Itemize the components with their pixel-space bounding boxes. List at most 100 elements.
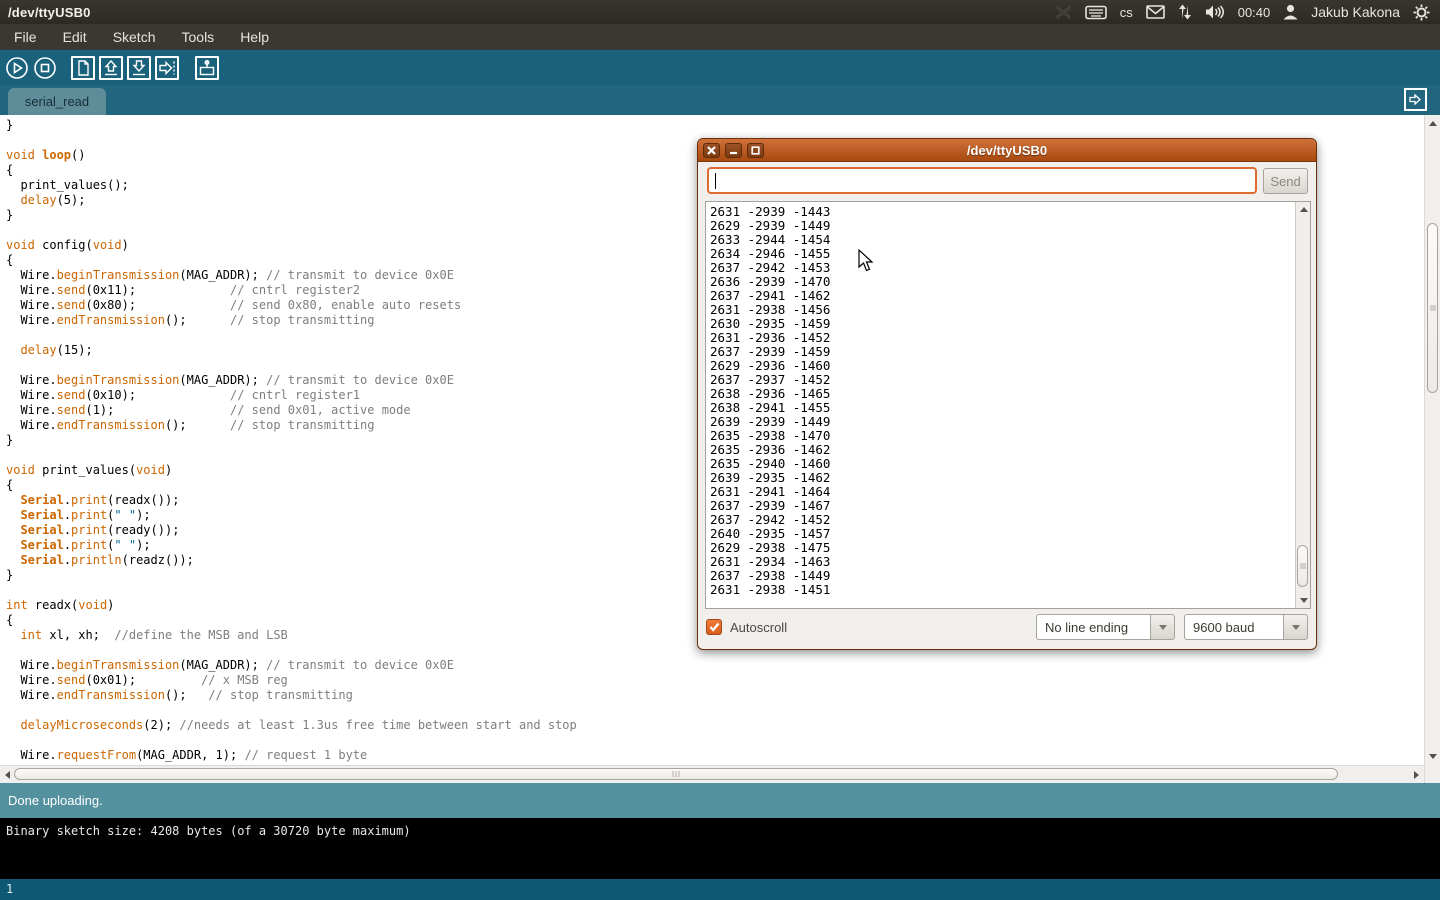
tab-menu-button[interactable]: [1404, 88, 1427, 111]
line-number: 1: [6, 882, 13, 896]
scroll-down-arrow-icon[interactable]: [1300, 598, 1308, 603]
editor-vertical-scrollbar[interactable]: [1424, 115, 1440, 783]
code-line: Wire.beginTransmission(MAG_ADDR); // tra…: [6, 658, 1424, 673]
panel-window-title: /dev/ttyUSB0: [0, 5, 91, 20]
open-button[interactable]: [99, 56, 123, 80]
send-button[interactable]: Send: [1263, 168, 1308, 194]
mail-icon[interactable]: [1146, 5, 1165, 19]
serial-data-line: 2633 -2944 -1454: [710, 233, 1294, 247]
serial-data-line: 2637 -2938 -1449: [710, 569, 1294, 583]
serial-input-field[interactable]: [707, 167, 1257, 194]
serial-data-line: 2640 -2935 -1457: [710, 527, 1294, 541]
vertical-scrollbar-thumb[interactable]: [1427, 223, 1438, 393]
serial-data-line: 2637 -2939 -1459: [710, 345, 1294, 359]
serial-data-line: 2637 -2942 -1453: [710, 261, 1294, 275]
line-ending-dropdown[interactable]: No line ending: [1036, 614, 1175, 640]
dropdown-button[interactable]: [1150, 614, 1175, 640]
verify-button[interactable]: [5, 56, 29, 80]
new-sketch-button[interactable]: [71, 56, 95, 80]
code-line: delayMicroseconds(2); //needs at least 1…: [6, 718, 1424, 733]
volume-icon[interactable]: [1205, 4, 1225, 20]
line-ending-value: No line ending: [1036, 614, 1150, 640]
sync-arrows-icon[interactable]: [1178, 4, 1192, 20]
serial-monitor-window: /dev/ttyUSB0 Send 2631 -2939 -14432629 -…: [697, 138, 1317, 650]
menu-tools[interactable]: Tools: [170, 25, 227, 49]
autoscroll-checkbox[interactable]: [706, 619, 722, 635]
console-text: Binary sketch size: 4208 bytes (of a 307…: [6, 824, 411, 838]
code-line: Wire.endTransmission(); // stop transmit…: [6, 688, 1424, 703]
serial-window-title: /dev/ttyUSB0: [698, 143, 1316, 158]
serial-controls-row: Autoscroll No line ending 9600 baud: [698, 613, 1316, 641]
baud-rate-dropdown[interactable]: 9600 baud: [1184, 614, 1308, 640]
scroll-left-arrow-icon[interactable]: [5, 771, 10, 779]
serial-data-line: 2639 -2939 -1449: [710, 415, 1294, 429]
menu-file[interactable]: File: [2, 25, 49, 49]
serial-window-titlebar[interactable]: /dev/ttyUSB0: [698, 139, 1316, 162]
tab-menu-arrow-icon: [1407, 91, 1424, 108]
system-tray: cs 00:40 Jakub Kakona: [1055, 4, 1440, 21]
menu-edit[interactable]: Edit: [51, 25, 99, 49]
new-document-icon: [73, 58, 93, 78]
clock-label[interactable]: 00:40: [1238, 5, 1271, 20]
save-button[interactable]: [127, 56, 151, 80]
editor-horizontal-scrollbar[interactable]: [0, 765, 1424, 783]
user-name-label[interactable]: Jakub Kakona: [1311, 4, 1400, 20]
window-maximize-button[interactable]: [747, 143, 764, 158]
serial-data-line: 2638 -2936 -1465: [710, 387, 1294, 401]
serial-monitor-icon: [197, 58, 217, 78]
serial-data-line: 2637 -2941 -1462: [710, 289, 1294, 303]
serial-monitor-button[interactable]: [195, 56, 219, 80]
scroll-up-arrow-icon[interactable]: [1300, 207, 1308, 212]
chevron-down-icon: [1159, 625, 1167, 630]
serial-input-row: Send: [698, 162, 1316, 202]
serial-data-line: 2629 -2939 -1449: [710, 219, 1294, 233]
tab-bar: serial_read: [0, 85, 1440, 115]
maximize-icon: [751, 146, 760, 155]
window-minimize-button[interactable]: [725, 143, 742, 158]
code-line: Wire.send(0x01); // x MSB reg: [6, 673, 1424, 688]
serial-scrollbar-thumb[interactable]: [1297, 545, 1308, 587]
dropdown-button[interactable]: [1283, 614, 1308, 640]
serial-scrollbar[interactable]: [1295, 202, 1310, 608]
menu-sketch[interactable]: Sketch: [101, 25, 168, 49]
user-icon: [1283, 4, 1298, 20]
serial-data-line: 2630 -2935 -1459: [710, 317, 1294, 331]
minimize-icon: [729, 146, 738, 155]
desktop-panel: /dev/ttyUSB0 cs: [0, 0, 1440, 24]
scroll-down-arrow-icon[interactable]: [1429, 754, 1437, 759]
serial-output-area[interactable]: 2631 -2939 -14432629 -2939 -14492633 -29…: [705, 201, 1311, 609]
keyboard-icon[interactable]: [1085, 5, 1107, 20]
serial-data-line: 2635 -2938 -1470: [710, 429, 1294, 443]
serial-data-line: 2631 -2938 -1456: [710, 303, 1294, 317]
scroll-up-arrow-icon[interactable]: [1429, 121, 1437, 126]
serial-data-line: 2637 -2937 -1452: [710, 373, 1294, 387]
baud-rate-value: 9600 baud: [1184, 614, 1283, 640]
serial-data-line: 2637 -2942 -1452: [710, 513, 1294, 527]
code-line: }: [6, 118, 1424, 133]
window-close-button[interactable]: [703, 143, 720, 158]
send-button-label: Send: [1270, 174, 1300, 189]
line-number-strip: 1: [0, 879, 1440, 900]
keyboard-layout-label[interactable]: cs: [1120, 5, 1133, 20]
toolbar: [0, 50, 1440, 85]
menu-help[interactable]: Help: [228, 25, 281, 49]
serial-data-line: 2637 -2939 -1467: [710, 499, 1294, 513]
arrow-up-icon: [101, 58, 121, 78]
horizontal-scrollbar-thumb[interactable]: [14, 768, 1338, 780]
session-gear-icon[interactable]: [1413, 4, 1430, 21]
x-emblem-icon[interactable]: [1055, 4, 1072, 21]
play-circle-icon: [5, 56, 29, 80]
code-line: Wire.requestFrom(MAG_ADDR, 1); // reques…: [6, 748, 1424, 763]
tab-serial-read[interactable]: serial_read: [8, 88, 106, 115]
status-message: Done uploading.: [8, 793, 103, 808]
stop-button[interactable]: [33, 56, 57, 80]
upload-button[interactable]: [155, 56, 179, 80]
text-caret: [715, 173, 716, 189]
serial-data-line: 2635 -2940 -1460: [710, 457, 1294, 471]
serial-data-line: 2631 -2939 -1443: [710, 205, 1294, 219]
serial-data-line: 2631 -2936 -1452: [710, 331, 1294, 345]
scroll-right-arrow-icon[interactable]: [1414, 771, 1419, 779]
stop-circle-icon: [33, 56, 57, 80]
serial-data-line: 2635 -2936 -1462: [710, 443, 1294, 457]
serial-data-line: 2631 -2941 -1464: [710, 485, 1294, 499]
